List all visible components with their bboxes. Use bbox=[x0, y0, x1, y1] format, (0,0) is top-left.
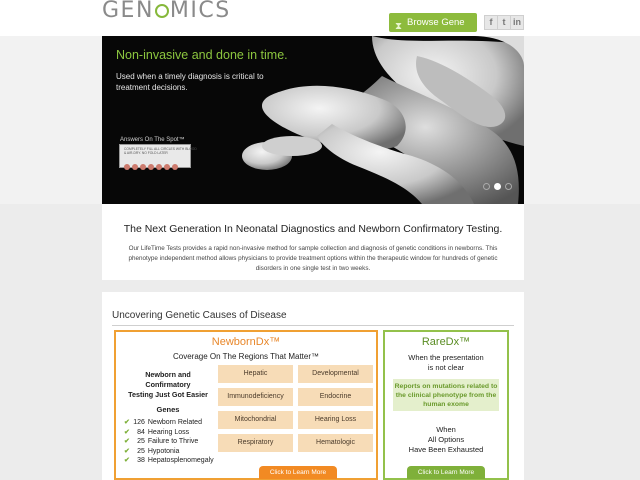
newborndx-coverage: Coverage On The Regions That Matter™ bbox=[173, 352, 319, 361]
intro-body: Our LifeTime Tests provides a rapid non-… bbox=[128, 245, 498, 272]
logo-o-icon bbox=[154, 4, 169, 18]
raredx-when-line-2: is not clear bbox=[427, 363, 465, 372]
answers-badge-title: Answers On The Spot™ bbox=[120, 137, 185, 143]
gene-count: 38 bbox=[137, 457, 145, 464]
hero-banner[interactable]: Non-invasive and done in time. Used when… bbox=[102, 36, 524, 204]
gene-label: Hypotonia bbox=[147, 447, 180, 455]
slide-dot-2[interactable] bbox=[494, 183, 501, 190]
card-instruction-line-2: & AIR-DRY. NO FOLD LATER bbox=[124, 151, 168, 155]
disease-section: Uncovering Genetic Causes of Disease New… bbox=[102, 292, 524, 480]
gene-label: Failure to Thrive bbox=[147, 438, 199, 445]
logo-text-right: MICS bbox=[169, 0, 231, 23]
gene-list-item: ✔ 25 Hypotonia bbox=[124, 447, 224, 457]
logo-text-left: GEN bbox=[102, 0, 154, 23]
category-developmental[interactable]: Developmental bbox=[298, 365, 373, 383]
category-hematologic[interactable]: Hematologic bbox=[298, 434, 373, 452]
facebook-icon[interactable]: f bbox=[484, 15, 498, 30]
section-heading: Uncovering Genetic Causes of Disease bbox=[112, 310, 287, 321]
check-icon: ✔ bbox=[124, 428, 130, 436]
check-icon: ✔ bbox=[124, 457, 130, 464]
check-icon: ✔ bbox=[124, 419, 130, 426]
check-icon: ✔ bbox=[124, 438, 130, 445]
top-bar: GEN MICS ⧗ Browse Gene List f t in bbox=[0, 0, 640, 47]
gene-count: 25 bbox=[137, 447, 145, 455]
raredx-when-line-1: When the presentation bbox=[408, 353, 484, 362]
gene-list-item: ✔ 25 Failure to Thrive bbox=[124, 437, 224, 447]
category-hepatic[interactable]: Hepatic bbox=[218, 365, 293, 383]
intro-panel: The Next Generation In Neonatal Diagnost… bbox=[102, 204, 524, 280]
hero-title: Non-invasive and done in time. bbox=[116, 48, 288, 62]
slide-dot-3[interactable] bbox=[505, 183, 512, 190]
check-icon: ✔ bbox=[124, 447, 130, 455]
category-immunodeficiency[interactable]: Immunodeficiency bbox=[218, 388, 293, 406]
intro-heading: The Next Generation In Neonatal Diagnost… bbox=[123, 223, 503, 235]
raredx-learn-more-button[interactable]: Click to Learn More bbox=[407, 466, 485, 479]
category-respiratory[interactable]: Respiratory bbox=[218, 434, 293, 452]
gene-label: Hepatosplenomegaly bbox=[147, 457, 214, 464]
raredx-options: When All Options Have Been Exhausted bbox=[385, 425, 507, 455]
hero-subtitle: Used when a timely diagnosis is critical… bbox=[116, 72, 264, 92]
newborndx-panel: NewbornDx™ Coverage On The Regions That … bbox=[114, 330, 378, 480]
dna-icon: ⧗ bbox=[395, 21, 403, 32]
gene-list-item: ✔ 38 Hepatosplenomegaly bbox=[124, 456, 224, 466]
raredx-title[interactable]: RareDx™ bbox=[385, 336, 507, 348]
blood-spot-circles bbox=[124, 157, 186, 170]
category-mitochondrial[interactable]: Mitochondrial bbox=[218, 411, 293, 429]
gene-count: 84 bbox=[137, 428, 145, 436]
raredx-options-line-2: All Options bbox=[427, 435, 465, 444]
slide-dot-1[interactable] bbox=[483, 183, 490, 190]
category-hearing-loss[interactable]: Hearing Loss bbox=[298, 411, 373, 429]
gene-list-item: ✔ 84 Hearing Loss bbox=[124, 428, 224, 438]
linkedin-icon[interactable]: in bbox=[510, 15, 524, 30]
section-divider bbox=[112, 325, 514, 326]
browse-gene-list-button[interactable]: ⧗ Browse Gene List bbox=[389, 13, 477, 47]
newborndx-title[interactable]: NewbornDx™ bbox=[116, 336, 376, 348]
gene-count: 25 bbox=[137, 438, 145, 445]
newborndx-tagline: Newborn and Confirmatory Testing Just Go… bbox=[124, 370, 212, 400]
raredx-options-line-1: When bbox=[436, 425, 456, 434]
raredx-options-line-3: Have Been Exhausted bbox=[408, 445, 484, 454]
gene-label: Hearing Loss bbox=[147, 428, 190, 436]
category-endocrine[interactable]: Endocrine bbox=[298, 388, 373, 406]
newborndx-learn-more-button[interactable]: Click to Learn More bbox=[259, 466, 337, 479]
gene-list-item: ✔ 126 Newborn Related bbox=[124, 418, 224, 428]
tagline-line-1: Newborn and Confirmatory bbox=[145, 370, 191, 389]
gene-list: ✔ 126 Newborn Related ✔ 84 Hearing Loss ✔ 25 F… bbox=[124, 418, 224, 466]
gene-label: Newborn Related bbox=[147, 419, 202, 426]
raredx-panel: RareDx™ When the presentation is not cle… bbox=[383, 330, 509, 480]
tagline-line-2: Testing Just Got Easier bbox=[128, 390, 208, 399]
genes-heading: Genes bbox=[156, 405, 180, 414]
blood-spot-card: COMPLETELY FILL ALL CIRCLES WITH BLOOD &… bbox=[119, 144, 197, 170]
twitter-icon[interactable]: t bbox=[497, 15, 511, 30]
genomics-logo[interactable]: GEN MICS bbox=[102, 0, 231, 23]
raredx-report-box: Reports on mutations related to the clin… bbox=[393, 379, 499, 411]
gene-count: 126 bbox=[133, 419, 145, 426]
raredx-when: When the presentation is not clear bbox=[385, 353, 507, 373]
